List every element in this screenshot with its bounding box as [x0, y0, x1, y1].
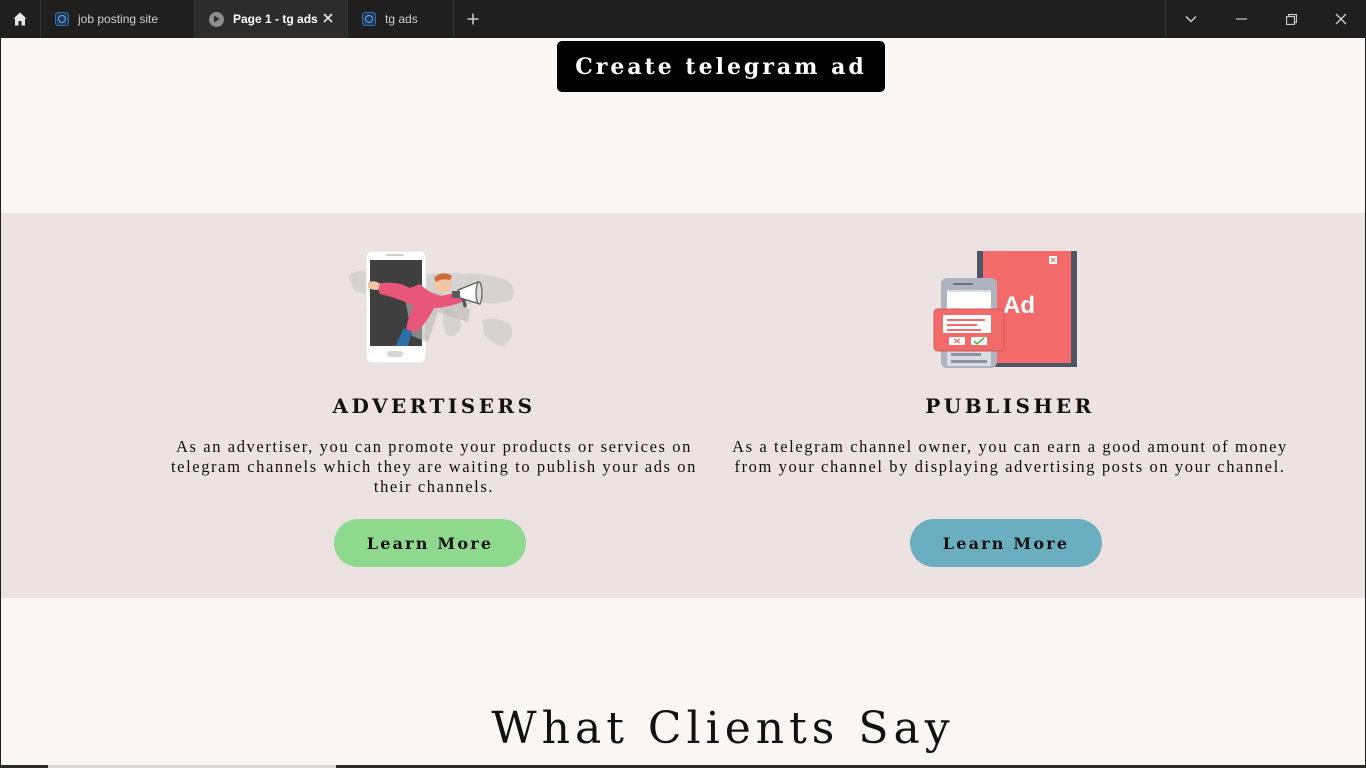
- tab-job-posting-site[interactable]: job posting site: [41, 0, 195, 38]
- close-icon: [1335, 13, 1347, 25]
- new-tab-button[interactable]: [454, 0, 492, 38]
- hero-section: Create telegram ad: [1, 38, 1365, 213]
- minimize-button[interactable]: [1216, 0, 1266, 38]
- restore-button[interactable]: [1266, 0, 1316, 38]
- publisher-ad-illustration: Ad: [933, 251, 1077, 368]
- plus-icon: [467, 13, 479, 25]
- advertisers-description: As an advertiser, you can promote your p…: [170, 437, 698, 496]
- minimize-icon: [1235, 18, 1247, 20]
- ad-illustration-text: Ad: [1003, 292, 1035, 319]
- tab-label: tg ads: [385, 12, 418, 26]
- home-icon: [13, 12, 27, 26]
- publisher-title: PUBLISHER: [925, 394, 1095, 418]
- tab-list-button[interactable]: [1166, 0, 1216, 38]
- browser-tab-bar: job posting site Page 1 - tg ads tg ads: [0, 0, 1366, 38]
- tab-page-1-tg-ads[interactable]: Page 1 - tg ads: [195, 0, 348, 38]
- testimonials-section: What Clients Say: [1, 598, 1365, 765]
- tab-label: Page 1 - tg ads: [233, 12, 318, 26]
- tab-tg-ads[interactable]: tg ads: [348, 0, 454, 38]
- features-section: ADVERTISERS As an advertiser, you can pr…: [1, 213, 1365, 598]
- window-close-button[interactable]: [1316, 0, 1366, 38]
- testimonials-heading: What Clients Say: [491, 703, 955, 754]
- advertiser-megaphone-illustration: [348, 250, 514, 364]
- create-telegram-ad-button[interactable]: Create telegram ad: [557, 41, 885, 92]
- advertisers-learn-more-button[interactable]: Learn More: [334, 519, 526, 567]
- chevron-down-icon: [1185, 16, 1197, 23]
- advertisers-title: ADVERTISERS: [332, 394, 536, 418]
- play-icon: [209, 11, 224, 27]
- page-viewport: Create telegram ad ADVERTISERS As an adv…: [1, 38, 1365, 765]
- site-favicon-icon: [55, 12, 69, 26]
- restore-icon: [1285, 13, 1297, 25]
- tab-close-icon[interactable]: [323, 10, 333, 28]
- home-button[interactable]: [0, 0, 41, 38]
- site-favicon-icon: [362, 12, 376, 26]
- publisher-description: As a telegram channel owner, you can ear…: [732, 437, 1288, 476]
- tab-label: job posting site: [78, 12, 159, 26]
- publisher-learn-more-button[interactable]: Learn More: [910, 519, 1102, 567]
